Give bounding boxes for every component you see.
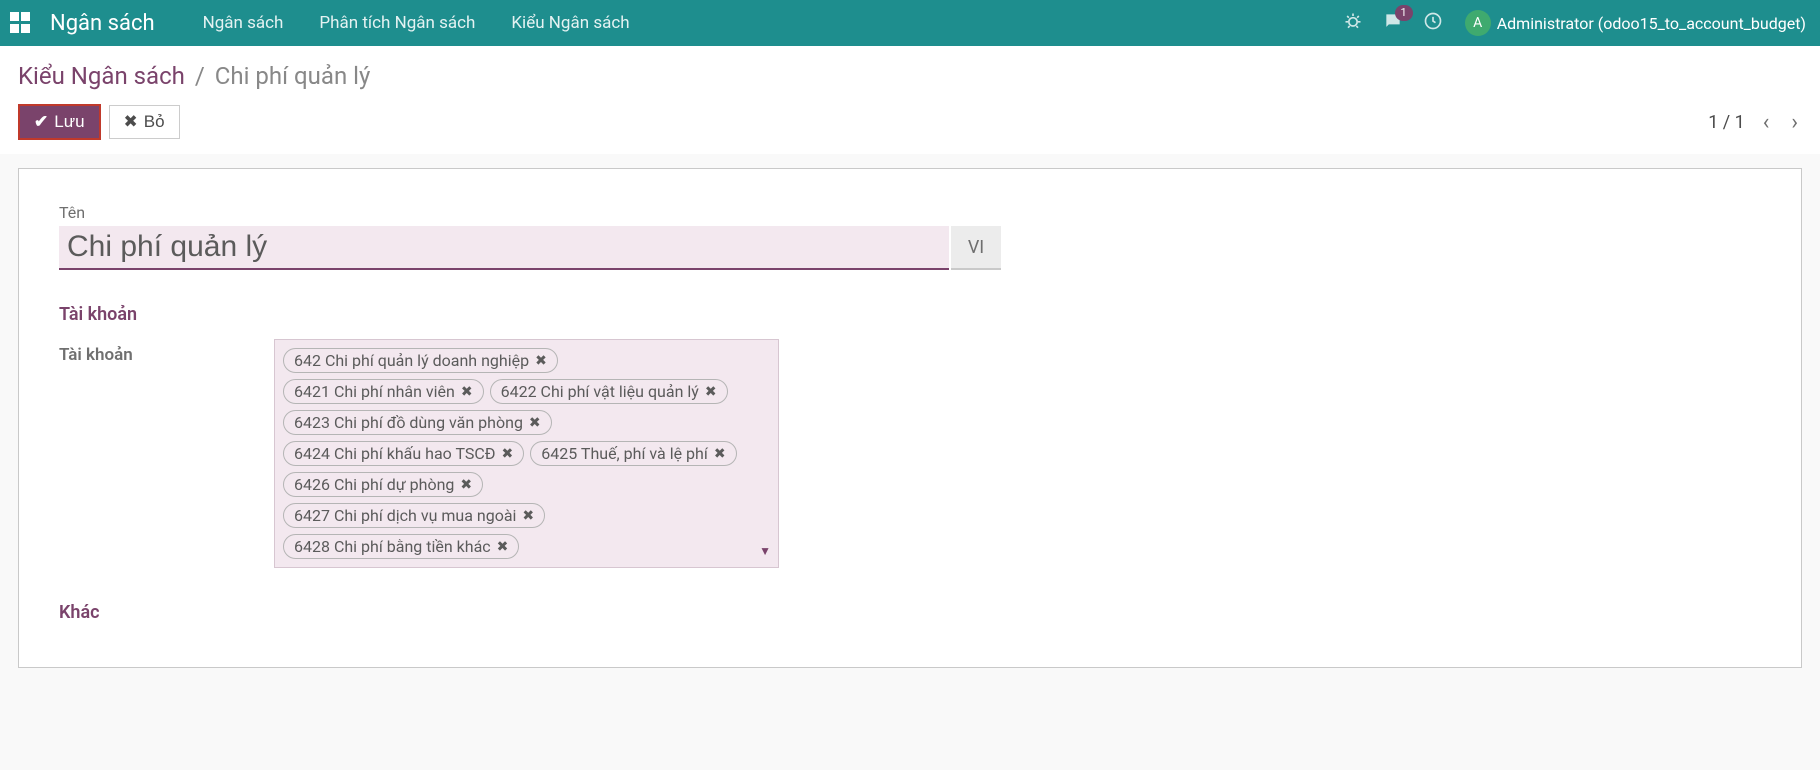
discard-button[interactable]: ✖ Bỏ xyxy=(109,105,180,139)
account-tag-label: 6428 Chi phí bằng tiền khác xyxy=(294,537,491,556)
check-icon: ✔ xyxy=(34,112,48,132)
tag-remove-icon[interactable]: ✖ xyxy=(460,477,472,493)
tag-remove-icon[interactable]: ✖ xyxy=(497,539,509,555)
tag-remove-icon[interactable]: ✖ xyxy=(535,353,547,369)
account-tag-label: 6421 Chi phí nhân viên xyxy=(294,382,455,401)
save-button-label: Lưu xyxy=(54,112,84,132)
apps-icon[interactable] xyxy=(10,12,32,34)
pager: 1 / 1 ‹ › xyxy=(1708,110,1802,135)
save-button[interactable]: ✔ Lưu xyxy=(18,104,101,140)
close-icon: ✖ xyxy=(124,112,138,132)
account-tag-label: 6426 Chi phí dự phòng xyxy=(294,475,454,494)
account-tag[interactable]: 642 Chi phí quản lý doanh nghiệp ✖ xyxy=(283,348,558,373)
app-brand: Ngân sách xyxy=(50,11,155,36)
breadcrumb-current: Chi phí quản lý xyxy=(215,62,371,90)
form-sheet: Tên VI Tài khoản Tài khoản 642 Chi phí q… xyxy=(18,168,1802,668)
name-row: VI xyxy=(59,226,1761,270)
account-tag-label: 6424 Chi phí khấu hao TSCĐ xyxy=(294,444,496,463)
account-tag-label: 642 Chi phí quản lý doanh nghiệp xyxy=(294,351,529,370)
form-sheet-wrap: Tên VI Tài khoản Tài khoản 642 Chi phí q… xyxy=(0,154,1820,682)
account-tag[interactable]: 6422 Chi phí vật liệu quản lý ✖ xyxy=(490,379,728,404)
account-tag-label: 6425 Thuế, phí và lệ phí xyxy=(541,444,708,463)
messages-icon[interactable]: 1 xyxy=(1383,11,1403,36)
top-navbar: Ngân sách Ngân sách Phân tích Ngân sách … xyxy=(0,0,1820,46)
account-tag-label: 6423 Chi phí đồ dùng văn phòng xyxy=(294,413,523,432)
accounts-label: Tài khoản xyxy=(59,339,274,365)
button-row: ✔ Lưu ✖ Bỏ 1 / 1 ‹ › xyxy=(18,104,1802,154)
account-tag-label: 6422 Chi phí vật liệu quản lý xyxy=(501,382,699,401)
tag-remove-icon[interactable]: ✖ xyxy=(705,384,717,400)
tag-remove-icon[interactable]: ✖ xyxy=(502,446,514,462)
account-tag[interactable]: 6421 Chi phí nhân viên ✖ xyxy=(283,379,484,404)
control-panel: Kiểu Ngân sách / Chi phí quản lý ✔ Lưu ✖… xyxy=(0,46,1820,154)
username[interactable]: Administrator (odoo15_to_account_budget) xyxy=(1497,14,1806,33)
pager-text: 1 / 1 xyxy=(1708,112,1745,133)
nav-item-analysis[interactable]: Phân tích Ngân sách xyxy=(301,0,493,46)
tag-remove-icon[interactable]: ✖ xyxy=(522,508,534,524)
chevron-down-icon[interactable]: ▼ xyxy=(759,544,771,558)
account-tag[interactable]: 6427 Chi phí dịch vụ mua ngoài ✖ xyxy=(283,503,545,528)
breadcrumb-separator: / xyxy=(195,62,205,90)
name-input[interactable] xyxy=(59,226,949,270)
tag-remove-icon[interactable]: ✖ xyxy=(461,384,473,400)
activity-icon[interactable] xyxy=(1423,11,1443,36)
nav-item-budget-type[interactable]: Kiểu Ngân sách xyxy=(493,0,647,46)
tag-remove-icon[interactable]: ✖ xyxy=(714,446,726,462)
lang-indicator[interactable]: VI xyxy=(951,226,1001,270)
pager-next-icon[interactable]: › xyxy=(1787,110,1802,135)
account-tag[interactable]: 6423 Chi phí đồ dùng văn phòng ✖ xyxy=(283,410,552,435)
account-tag[interactable]: 6428 Chi phí bằng tiền khác ✖ xyxy=(283,534,519,559)
breadcrumb: Kiểu Ngân sách / Chi phí quản lý xyxy=(18,56,1802,104)
accounts-field[interactable]: 642 Chi phí quản lý doanh nghiệp✖6421 Ch… xyxy=(274,339,779,568)
tag-remove-icon[interactable]: ✖ xyxy=(529,415,541,431)
account-tag[interactable]: 6425 Thuế, phí và lệ phí ✖ xyxy=(530,441,736,466)
section-accounts-title: Tài khoản xyxy=(59,304,1761,325)
breadcrumb-parent[interactable]: Kiểu Ngân sách xyxy=(18,62,185,90)
account-tag[interactable]: 6426 Chi phí dự phòng ✖ xyxy=(283,472,483,497)
pager-prev-icon[interactable]: ‹ xyxy=(1759,110,1774,135)
section-other-title: Khác xyxy=(59,602,1761,623)
account-tag-label: 6427 Chi phí dịch vụ mua ngoài xyxy=(294,506,516,525)
accounts-row: Tài khoản 642 Chi phí quản lý doanh nghi… xyxy=(59,339,1761,568)
account-tag[interactable]: 6424 Chi phí khấu hao TSCĐ ✖ xyxy=(283,441,524,466)
messages-badge: 1 xyxy=(1395,5,1413,21)
discard-button-label: Bỏ xyxy=(144,112,165,132)
name-label: Tên xyxy=(59,203,1761,222)
nav-item-budget[interactable]: Ngân sách xyxy=(185,0,302,46)
avatar[interactable]: A xyxy=(1465,10,1491,36)
bug-icon[interactable] xyxy=(1343,11,1363,36)
